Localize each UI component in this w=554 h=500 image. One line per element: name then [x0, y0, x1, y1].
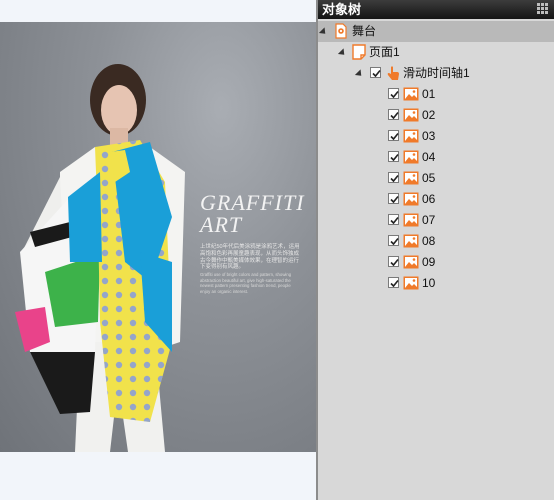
tree-item-label: 02: [422, 108, 436, 122]
tree-item-label: 08: [422, 234, 436, 248]
image-icon: [403, 254, 419, 270]
tree-item-image-02[interactable]: 02: [318, 105, 554, 126]
visibility-checkbox[interactable]: [388, 277, 399, 288]
expand-arrow-icon[interactable]: [318, 27, 329, 37]
tree-item-image-04[interactable]: 04: [318, 147, 554, 168]
tree-item-image-07[interactable]: 07: [318, 210, 554, 231]
tree-item-label: 01: [422, 87, 436, 101]
tree-item-label: 06: [422, 192, 436, 206]
image-icon: [403, 170, 419, 186]
headline-line2: ART: [200, 212, 243, 237]
headline-line1: GRAFFITI: [200, 190, 305, 215]
tree-item-image-06[interactable]: 06: [318, 189, 554, 210]
visibility-checkbox[interactable]: [388, 214, 399, 225]
tree-item-page1[interactable]: 页面1: [318, 42, 554, 63]
page-icon: [351, 44, 367, 60]
image-icon: [403, 128, 419, 144]
tree-item-label: 09: [422, 255, 436, 269]
visibility-checkbox[interactable]: [388, 256, 399, 267]
caption-en: Graffiti use of bright colors and patter…: [200, 272, 292, 294]
expand-arrow-icon[interactable]: [354, 69, 365, 79]
visibility-checkbox[interactable]: [388, 130, 399, 141]
tree-item-label: 舞台: [352, 24, 377, 38]
stage-icon: [333, 23, 349, 39]
tree-item-label: 03: [422, 129, 436, 143]
tree-item-image-10[interactable]: 10: [318, 273, 554, 294]
tree-item-label: 页面1: [369, 45, 400, 59]
image-icon: [403, 86, 419, 102]
tree-item-image-08[interactable]: 08: [318, 231, 554, 252]
visibility-checkbox[interactable]: [370, 67, 381, 78]
model-illustration: [15, 64, 185, 452]
tree-item-label: 07: [422, 213, 436, 227]
image-icon: [403, 233, 419, 249]
expand-arrow-icon[interactable]: [337, 48, 348, 58]
tree-item-label: 05: [422, 171, 436, 185]
visibility-checkbox[interactable]: [388, 109, 399, 120]
panel-header: 对象树: [318, 0, 554, 19]
visibility-checkbox[interactable]: [388, 235, 399, 246]
tree-item-image-01[interactable]: 01: [318, 84, 554, 105]
timeline-icon: [385, 65, 401, 81]
poster-image[interactable]: GRAFFITI ART 上世纪50年代后美涂鸦是涂鸦艺术，运用高饱和色彩再展童…: [0, 22, 316, 452]
tree-item-label: 滑动时间轴1: [403, 66, 470, 80]
image-icon: [403, 191, 419, 207]
poster-caption: 上世纪50年代后美涂鸦是涂鸦艺术，运用高饱和色彩再展童趣表现，从而头饰独成古今舞…: [200, 244, 300, 296]
image-icon: [403, 107, 419, 123]
image-icon: [403, 275, 419, 291]
visibility-checkbox[interactable]: [388, 172, 399, 183]
image-icon: [403, 149, 419, 165]
tree-item-image-03[interactable]: 03: [318, 126, 554, 147]
visibility-checkbox[interactable]: [388, 193, 399, 204]
object-tree-panel: 对象树 舞台 页面1 滑动时间轴1 01 02 03 04 05 06 07 0…: [318, 0, 554, 500]
tree-item-stage[interactable]: 舞台: [318, 21, 554, 42]
image-icon: [403, 212, 419, 228]
tree-item-image-09[interactable]: 09: [318, 252, 554, 273]
poster-headline: GRAFFITI ART: [200, 192, 305, 236]
panel-title: 对象树: [322, 2, 362, 17]
tree-item-label: 04: [422, 150, 436, 164]
tree-item-timeline1[interactable]: 滑动时间轴1: [318, 63, 554, 84]
stage-canvas[interactable]: GRAFFITI ART 上世纪50年代后美涂鸦是涂鸦艺术，运用高饱和色彩再展童…: [0, 0, 316, 500]
visibility-checkbox[interactable]: [388, 151, 399, 162]
tree-item-label: 10: [422, 276, 436, 290]
panel-grip-icon[interactable]: [537, 3, 549, 15]
visibility-checkbox[interactable]: [388, 88, 399, 99]
caption-cn: 上世纪50年代后美涂鸦是涂鸦艺术，运用高饱和色彩再展童趣表现，从而头饰独成古今舞…: [200, 244, 300, 271]
tree-item-image-05[interactable]: 05: [318, 168, 554, 189]
